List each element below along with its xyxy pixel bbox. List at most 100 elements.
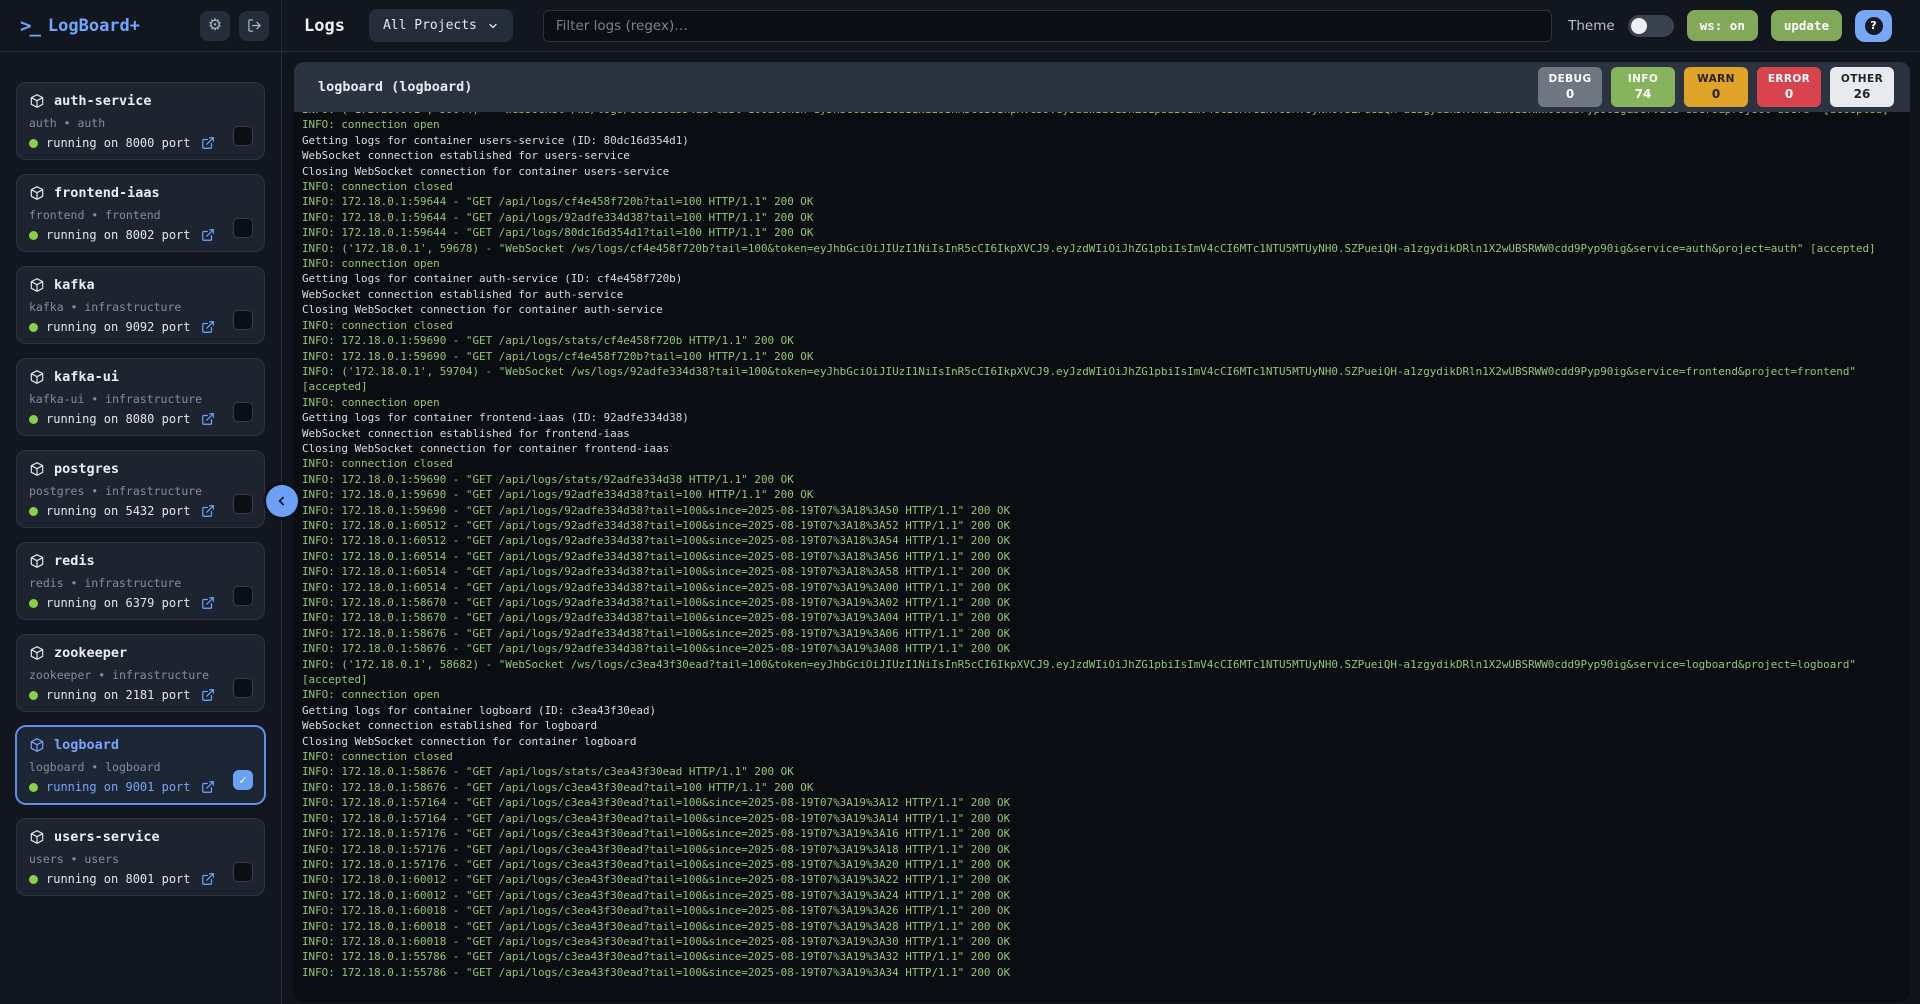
external-link-icon[interactable]: [201, 688, 215, 702]
sidebar-collapse-button[interactable]: [266, 485, 298, 517]
package-icon: [29, 93, 45, 109]
service-card-zookeeper[interactable]: zookeeper zookeeper • infrastructure runni…: [16, 634, 265, 712]
log-line: Closing WebSocket connection for contain…: [302, 302, 1910, 317]
theme-toggle-knob: [1631, 18, 1647, 34]
service-checkbox[interactable]: [233, 126, 253, 146]
service-meta: kafka-ui • infrastructure: [29, 392, 252, 406]
service-checkbox[interactable]: ✓: [233, 770, 253, 790]
service-card-frontend-iaas[interactable]: frontend-iaasfrontend • frontendrunning …: [16, 174, 265, 252]
logout-button[interactable]: [239, 11, 269, 41]
service-card-kafka[interactable]: kafkakafka • infrastructurerunning on 90…: [16, 266, 265, 344]
open-service-link[interactable]: [201, 136, 215, 150]
badge-other[interactable]: OTHER26: [1830, 67, 1894, 107]
package-icon: [29, 553, 45, 569]
service-name-row: zookeeper: [29, 645, 252, 661]
question-mark-icon: ?: [1865, 17, 1883, 35]
package-icon: [29, 277, 45, 293]
top-bar-controls: Theme ws: on update ?: [1568, 10, 1902, 42]
status-dot: [29, 599, 38, 608]
brand-name: LogBoard+: [48, 16, 140, 36]
service-checkbox[interactable]: [233, 586, 253, 606]
service-card-postgres[interactable]: postgrespostgres • infrastructurerunning…: [16, 450, 265, 528]
badge-error[interactable]: ERROR0: [1757, 67, 1821, 107]
external-link-icon[interactable]: [201, 320, 215, 334]
external-link-icon[interactable]: [201, 596, 215, 610]
service-status-row: running on 2181 port: [29, 688, 252, 702]
log-line: INFO: 172.18.0.1:58676 - "GET /api/logs/…: [302, 780, 1910, 795]
log-line: INFO: 172.18.0.1:58670 - "GET /api/logs/…: [302, 610, 1910, 625]
open-service-link[interactable]: [201, 688, 215, 702]
service-card-auth-service[interactable]: auth-serviceauth • authrunning on 8000 p…: [16, 82, 265, 160]
log-line: Closing WebSocket connection for contain…: [302, 734, 1910, 749]
open-service-link[interactable]: [201, 504, 215, 518]
open-service-link[interactable]: [201, 596, 215, 610]
log-line: INFO: 172.18.0.1:57176 - "GET /api/logs/…: [302, 826, 1910, 841]
help-button[interactable]: ?: [1855, 10, 1892, 42]
open-service-link[interactable]: [201, 872, 215, 886]
log-line: INFO: 172.18.0.1:60018 - "GET /api/logs/…: [302, 903, 1910, 918]
external-link-icon[interactable]: [201, 780, 215, 794]
log-line: INFO: 172.18.0.1:58676 - "GET /api/logs/…: [302, 764, 1910, 779]
service-name-row: redis: [29, 553, 252, 569]
external-link-icon[interactable]: [201, 228, 215, 242]
open-service-link[interactable]: [201, 412, 215, 426]
service-card-logboard[interactable]: logboardlogboard • logboardrunning on 90…: [16, 726, 265, 804]
service-status-row: running on 9001 port: [29, 780, 252, 794]
brand-section: >_ LogBoard+ ⚙: [0, 0, 282, 51]
log-line: INFO: 172.18.0.1:60012 - "GET /api/logs/…: [302, 872, 1910, 887]
service-checkbox[interactable]: [233, 678, 253, 698]
project-filter-dropdown[interactable]: All Projects: [369, 9, 513, 42]
log-line: INFO: 172.18.0.1:59690 - "GET /api/logs/…: [302, 333, 1910, 348]
open-service-link[interactable]: [201, 320, 215, 334]
service-card-users-service[interactable]: users-serviceusers • usersrunning on 800…: [16, 818, 265, 896]
status-dot: [29, 139, 38, 148]
badge-count: 0: [1693, 86, 1739, 102]
service-name: zookeeper: [54, 645, 127, 661]
websocket-status-badge[interactable]: ws: on: [1687, 10, 1758, 41]
badge-count: 74: [1620, 86, 1666, 102]
log-filter-input[interactable]: [543, 10, 1552, 42]
services-sidebar: auth-serviceauth • authrunning on 8000 p…: [0, 52, 282, 1004]
log-line: INFO: 172.18.0.1:59644 - "GET /api/logs/…: [302, 210, 1910, 225]
badge-label: ERROR: [1766, 72, 1812, 86]
chevron-down-icon: [487, 20, 499, 32]
log-line: Getting logs for container users-service…: [302, 133, 1910, 148]
log-line: INFO: ('172.18.0.1', 59644) - "WebSocket…: [302, 112, 1910, 117]
log-line: WebSocket connection established for use…: [302, 148, 1910, 163]
log-panel-header: logboard (logboard) DEBUG0INFO74WARN0ERR…: [294, 62, 1910, 112]
theme-toggle[interactable]: [1628, 15, 1674, 37]
external-link-icon[interactable]: [201, 136, 215, 150]
external-link-icon[interactable]: [201, 504, 215, 518]
service-status-text: running on 9001 port: [46, 780, 191, 794]
service-card-kafka-ui[interactable]: kafka-uikafka-ui • infrastructurerunning…: [16, 358, 265, 436]
service-checkbox[interactable]: [233, 494, 253, 514]
log-output[interactable]: INFO: ('172.18.0.1', 59644) - "WebSocket…: [294, 112, 1910, 1002]
external-link-icon[interactable]: [201, 412, 215, 426]
open-service-link[interactable]: [201, 780, 215, 794]
service-meta: kafka • infrastructure: [29, 300, 252, 314]
service-card-redis[interactable]: redisredis • infrastructurerunning on 63…: [16, 542, 265, 620]
service-status-text: running on 9092 port: [46, 320, 191, 334]
package-icon: [29, 185, 45, 201]
badge-label: OTHER: [1839, 72, 1885, 86]
badge-debug[interactable]: DEBUG0: [1538, 67, 1602, 107]
service-checkbox[interactable]: [233, 402, 253, 422]
log-line: INFO: 172.18.0.1:57164 - "GET /api/logs/…: [302, 811, 1910, 826]
update-button[interactable]: update: [1771, 10, 1842, 41]
service-meta: zookeeper • infrastructure: [29, 668, 252, 682]
external-link-icon[interactable]: [201, 872, 215, 886]
log-line: INFO: connection open: [302, 256, 1910, 271]
settings-button[interactable]: ⚙: [200, 11, 230, 41]
log-line: WebSocket connection established for aut…: [302, 287, 1910, 302]
service-checkbox[interactable]: [233, 862, 253, 882]
open-service-link[interactable]: [201, 228, 215, 242]
log-line: INFO: 172.18.0.1:59690 - "GET /api/logs/…: [302, 472, 1910, 487]
badge-warn[interactable]: WARN0: [1684, 67, 1748, 107]
log-line: Getting logs for container auth-service …: [302, 271, 1910, 286]
service-checkbox[interactable]: [233, 310, 253, 330]
service-checkbox[interactable]: [233, 218, 253, 238]
top-bar-main: Logs All Projects Theme ws: on update ?: [282, 0, 1920, 51]
gear-icon: ⚙: [208, 18, 222, 34]
package-icon: [29, 645, 45, 661]
badge-info[interactable]: INFO74: [1611, 67, 1675, 107]
